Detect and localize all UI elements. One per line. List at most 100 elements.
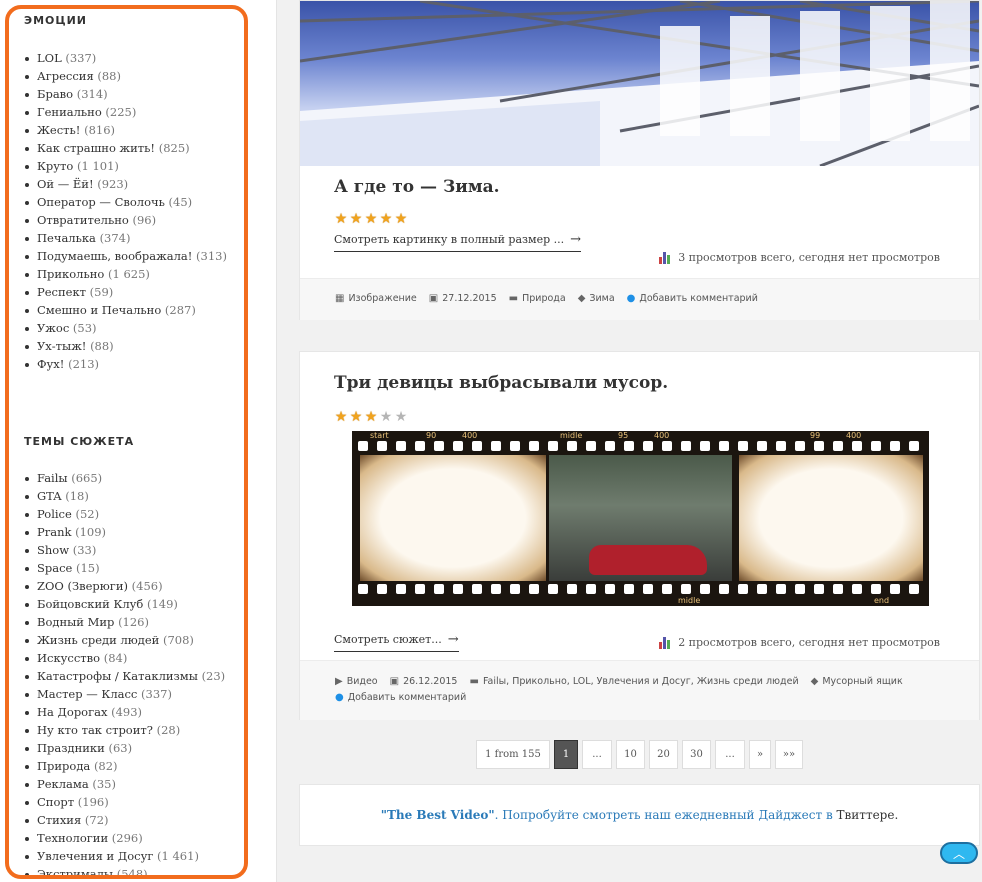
topics-link[interactable]: Искусство xyxy=(37,651,100,665)
topics-link[interactable]: GTA xyxy=(37,489,62,503)
emotions-count: (88) xyxy=(90,339,114,353)
topics-link[interactable]: Failы xyxy=(37,471,68,485)
post-title[interactable]: А где то — Зима. xyxy=(334,177,500,197)
perforation-hole xyxy=(377,584,387,594)
topics-link[interactable]: Show xyxy=(37,543,69,557)
date-link[interactable]: 26.12.2015 xyxy=(403,676,457,687)
format-link[interactable]: Видео xyxy=(347,676,378,687)
emotions-link[interactable]: Подумаешь, воображала! xyxy=(37,249,192,263)
category-link[interactable]: Природа xyxy=(522,293,566,304)
topics-item: На Дорогах (493) xyxy=(25,703,225,721)
topics-link[interactable]: Увлечения и Досуг xyxy=(37,849,153,863)
star-icon[interactable]: ★ xyxy=(394,212,408,226)
topics-link[interactable]: ZOO (Зверюги) xyxy=(37,579,128,593)
emotions-link[interactable]: Респект xyxy=(37,285,86,299)
date-link[interactable]: 27.12.2015 xyxy=(442,293,496,304)
emotions-link[interactable]: LOL xyxy=(37,51,62,65)
topics-link[interactable]: Спорт xyxy=(37,795,74,809)
emotions-item: LOL (337) xyxy=(25,49,227,67)
category-link[interactable]: LOL xyxy=(573,676,591,687)
tag-link[interactable]: Мусорный ящик xyxy=(822,676,902,687)
page-next[interactable]: » xyxy=(749,740,771,769)
page-30[interactable]: 30 xyxy=(682,740,711,769)
topics-link[interactable]: Природа xyxy=(37,759,90,773)
view-full-image-link[interactable]: Смотреть картинку в полный размер ... → xyxy=(334,232,582,252)
star-icon[interactable]: ★ xyxy=(379,410,393,424)
page-10[interactable]: 10 xyxy=(616,740,645,769)
topics-link[interactable]: Технологии xyxy=(37,831,108,845)
category-link[interactable]: Failы xyxy=(483,676,506,687)
star-icon[interactable]: ★ xyxy=(334,410,348,424)
topics-link[interactable]: Ну кто так строит? xyxy=(37,723,153,737)
add-comment-link[interactable]: Добавить комментарий xyxy=(639,293,758,304)
perforation-hole xyxy=(586,584,596,594)
star-icon[interactable]: ★ xyxy=(394,410,408,424)
emotions-link[interactable]: Ух-тыж! xyxy=(37,339,86,353)
video-thumbnail-filmstrip[interactable]: start 90 400 midle 95 400 99 400 midle e… xyxy=(352,431,929,606)
topics-link[interactable]: Экстрималы xyxy=(37,867,113,875)
post-card: Три девицы выбрасывали мусор. ★ ★ ★ ★ ★ star… xyxy=(299,351,980,720)
category-link[interactable]: Увлечения и Досуг xyxy=(597,676,691,687)
page-20[interactable]: 20 xyxy=(649,740,678,769)
emotions-link[interactable]: Оператор — Сволочь xyxy=(37,195,165,209)
watch-video-link[interactable]: Смотреть сюжет... → xyxy=(334,632,459,652)
format-link[interactable]: Изображение xyxy=(348,293,416,304)
emotions-link[interactable]: Прикольно xyxy=(37,267,104,281)
promo-brand-link[interactable]: "The Best Video" xyxy=(381,808,495,822)
emotions-link[interactable]: Гениально xyxy=(37,105,102,119)
emotions-link[interactable]: Как страшно жить! xyxy=(37,141,155,155)
star-icon[interactable]: ★ xyxy=(379,212,393,226)
topics-link[interactable]: Реклама xyxy=(37,777,89,791)
topics-link[interactable]: Бойцовский Клуб xyxy=(37,597,143,611)
star-icon[interactable]: ★ xyxy=(334,212,348,226)
topics-link[interactable]: Праздники xyxy=(37,741,105,755)
perforation-hole xyxy=(529,584,539,594)
emotions-item: Браво (314) xyxy=(25,85,227,103)
topics-item: ZOO (Зверюги) (456) xyxy=(25,577,225,595)
back-to-top-button[interactable]: ︿ xyxy=(940,842,978,864)
topics-link[interactable]: Space xyxy=(37,561,72,575)
topics-link[interactable]: Катастрофы / Катаклизмы xyxy=(37,669,198,683)
star-icon[interactable]: ★ xyxy=(364,410,378,424)
topics-link[interactable]: Водный Мир xyxy=(37,615,114,629)
topics-link[interactable]: Police xyxy=(37,507,72,521)
perforation-hole xyxy=(738,584,748,594)
topics-link[interactable]: Стихия xyxy=(37,813,81,827)
emotions-link[interactable]: Круто xyxy=(37,159,73,173)
emotions-link[interactable]: Браво xyxy=(37,87,73,101)
star-icon[interactable]: ★ xyxy=(364,212,378,226)
star-icon[interactable]: ★ xyxy=(349,212,363,226)
page-last[interactable]: »» xyxy=(775,740,803,769)
emotions-count: (923) xyxy=(97,177,129,191)
perforation-hole xyxy=(586,441,596,451)
emotions-link[interactable]: Отвратительно xyxy=(37,213,129,227)
more-link-label: Смотреть сюжет... xyxy=(334,633,442,646)
perforation-hole xyxy=(871,441,881,451)
topics-link[interactable]: Жизнь среди людей xyxy=(37,633,159,647)
topics-link[interactable]: На Дорогах xyxy=(37,705,107,719)
topics-link[interactable]: Prank xyxy=(37,525,71,539)
emotions-link[interactable]: Ужос xyxy=(37,321,69,335)
emotions-count: (88) xyxy=(97,69,121,83)
perforation-hole xyxy=(795,441,805,451)
post-image-winter[interactable] xyxy=(300,1,979,166)
emotions-count: (96) xyxy=(132,213,157,227)
emotions-link[interactable]: Смешно и Печально xyxy=(37,303,161,317)
emotions-link[interactable]: Печалька xyxy=(37,231,96,245)
emotions-item: Агрессия (88) xyxy=(25,67,227,85)
topics-link[interactable]: Мастер — Класс xyxy=(37,687,137,701)
tag-link[interactable]: Зима xyxy=(589,293,614,304)
emotions-link[interactable]: Ой — Ёй! xyxy=(37,177,94,191)
star-icon[interactable]: ★ xyxy=(349,410,363,424)
rating-stars[interactable]: ★ ★ ★ ★ ★ xyxy=(334,410,408,424)
emotions-link[interactable]: Жесть! xyxy=(37,123,80,137)
add-comment-link[interactable]: Добавить комментарий xyxy=(348,692,467,703)
emotions-link[interactable]: Фух! xyxy=(37,357,64,371)
category-link[interactable]: Жизнь среди людей xyxy=(697,676,799,687)
post-title[interactable]: Три девицы выбрасывали мусор. xyxy=(334,373,668,393)
emotions-link[interactable]: Агрессия xyxy=(37,69,94,83)
rating-stars[interactable]: ★ ★ ★ ★ ★ xyxy=(334,212,408,226)
promo-text-link[interactable]: . Попробуйте смотреть наш ежедневный Дай… xyxy=(495,808,833,822)
category-link[interactable]: Прикольно xyxy=(512,676,567,687)
emotions-list: LOL (337) Агрессия (88) Браво (314) Гениаль… xyxy=(25,49,227,373)
